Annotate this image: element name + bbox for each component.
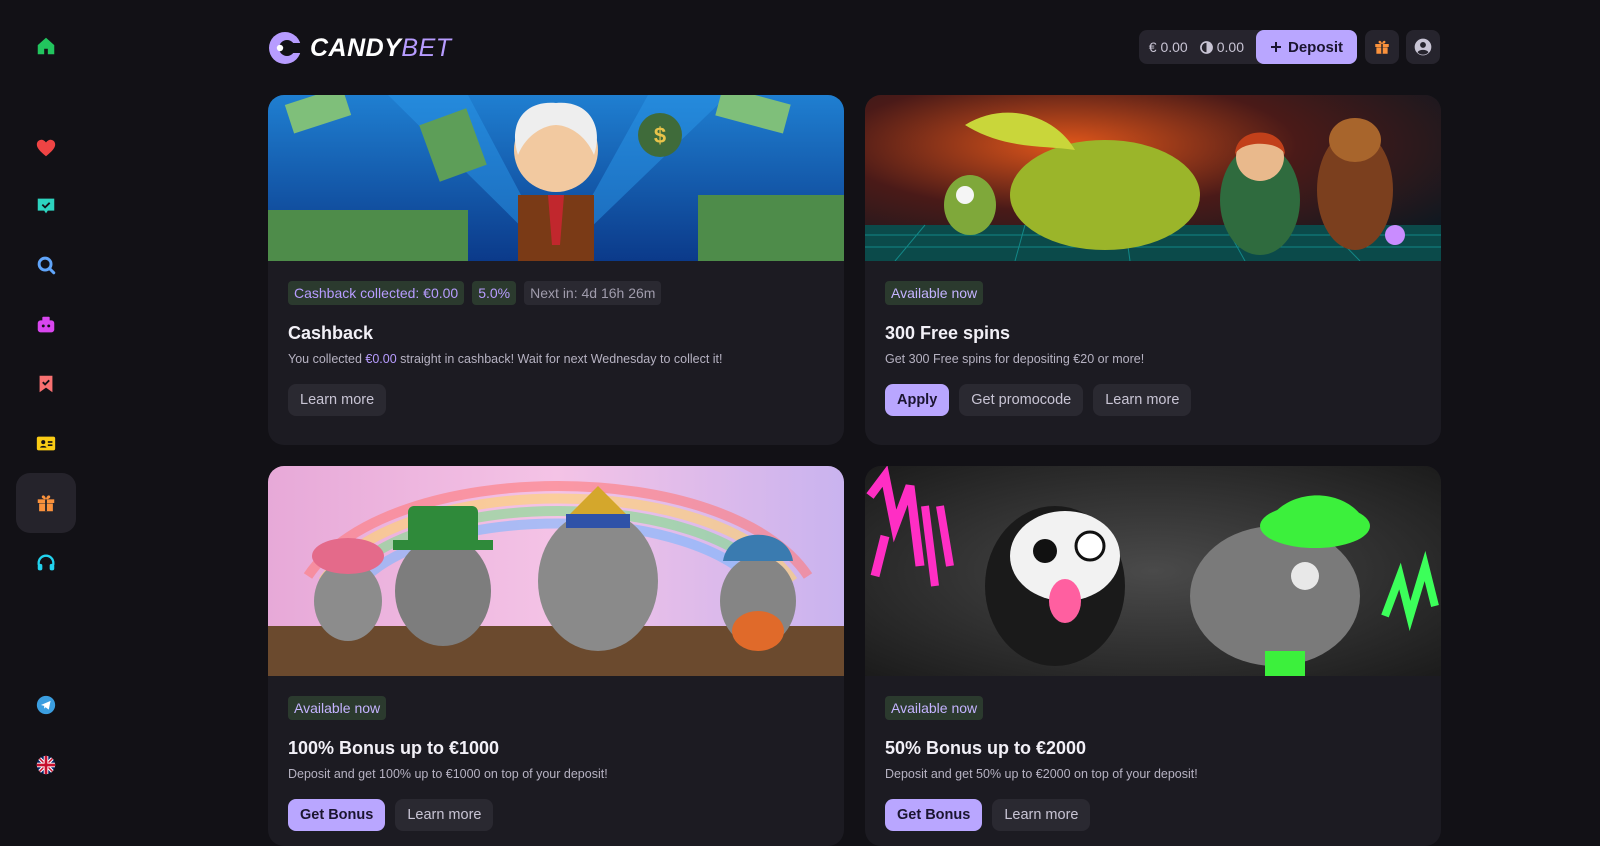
bonus-50-banner-image bbox=[865, 466, 1441, 676]
apply-button[interactable]: Apply bbox=[885, 384, 950, 416]
telegram-icon bbox=[36, 695, 56, 715]
id-card-icon bbox=[36, 436, 56, 451]
bookmark-check-icon bbox=[39, 375, 53, 393]
home-icon bbox=[37, 37, 55, 55]
chat-check-icon bbox=[37, 198, 55, 214]
learn-more-button[interactable]: Learn more bbox=[1093, 384, 1192, 416]
bonus-balance: 0.00 bbox=[1216, 39, 1244, 55]
free-spins-banner-image bbox=[865, 95, 1441, 261]
promo-title: 50% Bonus up to €2000 bbox=[885, 738, 1087, 758]
promo-description: You collected €0.00 straight in cashback… bbox=[288, 352, 723, 366]
get-bonus-button[interactable]: Get Bonus bbox=[885, 799, 983, 831]
promo-title: 100% Bonus up to €1000 bbox=[288, 738, 500, 758]
learn-more-button[interactable]: Learn more bbox=[992, 799, 1091, 831]
uk-flag-icon bbox=[36, 755, 56, 775]
search-icon bbox=[37, 256, 56, 275]
promo-title: Cashback bbox=[288, 323, 374, 343]
sidebar-item-tasks[interactable] bbox=[16, 176, 76, 236]
bonus-balance-group: 0.00 bbox=[1199, 39, 1244, 55]
cashback-banner-image: $ bbox=[268, 95, 844, 261]
headset-icon bbox=[37, 554, 55, 571]
availability-badge: Available now bbox=[288, 696, 387, 720]
candy-logo-icon bbox=[269, 32, 302, 64]
sidebar-item-promotions[interactable] bbox=[16, 473, 76, 533]
promo-card-bonus-100: Available now 100% Bonus up to €1000 Dep… bbox=[268, 466, 844, 846]
sidebar bbox=[0, 0, 92, 824]
header-gift-button[interactable] bbox=[1365, 30, 1399, 64]
deposit-label: Deposit bbox=[1287, 38, 1343, 56]
cashback-rate-badge: 5.0% bbox=[472, 281, 517, 305]
svg-text:$: $ bbox=[654, 123, 666, 148]
plus-icon bbox=[1270, 42, 1281, 52]
sidebar-item-favorites[interactable] bbox=[16, 118, 76, 178]
sidebar-item-profile-card[interactable] bbox=[16, 413, 76, 473]
promo-description: Get 300 Free spins for depositing €20 or… bbox=[885, 352, 1145, 366]
gamepad-icon bbox=[37, 316, 55, 333]
promo-title: 300 Free spins bbox=[885, 323, 1011, 343]
availability-badge: Available now bbox=[885, 696, 984, 720]
sidebar-item-language[interactable] bbox=[16, 735, 76, 795]
wallet-balance[interactable]: € 0.00 0.00 Deposit bbox=[1138, 30, 1357, 64]
sidebar-item-games[interactable] bbox=[16, 295, 76, 355]
get-bonus-button[interactable]: Get Bonus bbox=[288, 799, 386, 831]
deposit-button[interactable]: Deposit bbox=[1255, 30, 1357, 64]
cashback-collected-badge: Cashback collected: €0.00 bbox=[288, 281, 465, 305]
user-profile-button[interactable] bbox=[1406, 30, 1440, 64]
promo-description: Deposit and get 50% up to €2000 on top o… bbox=[885, 767, 1198, 781]
learn-more-button[interactable]: Learn more bbox=[288, 384, 387, 416]
heart-icon bbox=[36, 139, 56, 157]
gift-icon bbox=[1375, 40, 1389, 54]
promo-card-cashback: $ Cashback collected: €0.00 5.0% Next in… bbox=[268, 95, 844, 445]
sidebar-item-bookmarks[interactable] bbox=[16, 354, 76, 414]
brand-name: CANDYBET bbox=[310, 33, 452, 62]
sidebar-item-home[interactable] bbox=[16, 16, 76, 76]
promo-card-bonus-50: Available now 50% Bonus up to €2000 Depo… bbox=[865, 466, 1441, 846]
euro-balance: € 0.00 bbox=[1148, 39, 1188, 55]
learn-more-button[interactable]: Learn more bbox=[395, 799, 494, 831]
promo-card-free-spins: Available now 300 Free spins Get 300 Fre… bbox=[865, 95, 1441, 445]
sidebar-item-support[interactable] bbox=[16, 533, 76, 593]
sidebar-item-telegram[interactable] bbox=[16, 675, 76, 735]
sidebar-item-search[interactable] bbox=[16, 235, 76, 295]
bonus-coin-icon bbox=[1199, 40, 1213, 54]
top-header: CANDYBET € 0.00 0.00 Deposit bbox=[268, 30, 1440, 66]
user-avatar-icon bbox=[1414, 38, 1432, 56]
get-promocode-button[interactable]: Get promocode bbox=[959, 384, 1084, 416]
brand-logo[interactable]: CANDYBET bbox=[268, 30, 452, 66]
bonus-100-banner-image bbox=[268, 466, 844, 676]
gift-icon bbox=[37, 495, 55, 512]
promo-description: Deposit and get 100% up to €1000 on top … bbox=[288, 767, 608, 781]
availability-badge: Available now bbox=[885, 281, 984, 305]
next-cashback-badge: Next in: 4d 16h 26m bbox=[524, 281, 662, 305]
